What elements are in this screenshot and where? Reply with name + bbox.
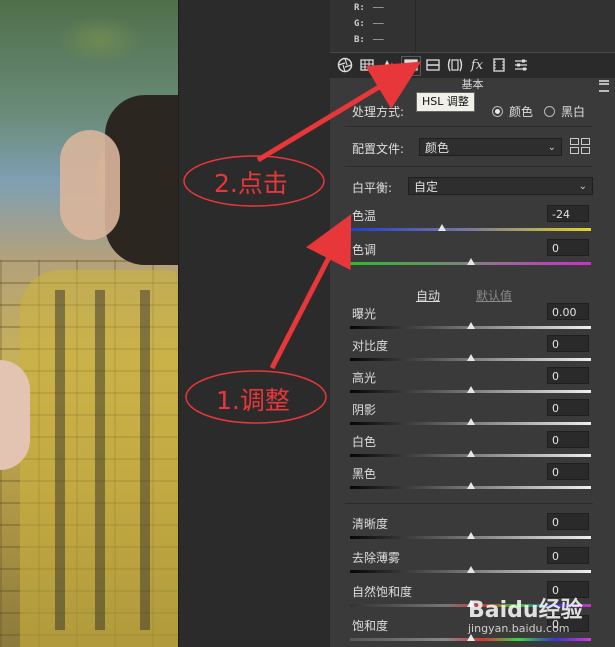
tone-slider[interactable] (350, 386, 591, 393)
tint-slider[interactable] (350, 258, 591, 265)
tone-thumb[interactable] (466, 418, 475, 425)
shirt-stripe (55, 290, 65, 630)
temp-label: 色温 (352, 209, 377, 223)
r-value: —— (372, 3, 384, 13)
divider (345, 126, 593, 127)
hsl-icon[interactable] (401, 56, 421, 76)
fx-icon[interactable]: fx (468, 57, 486, 75)
tone-thumb[interactable] (466, 322, 475, 329)
presence-thumb[interactable] (466, 532, 475, 539)
tone-value[interactable]: 0 (547, 463, 589, 480)
temp-thumb[interactable] (437, 224, 446, 231)
g-label: G: (354, 19, 365, 29)
face (60, 130, 120, 240)
white-balance-value: 自定 (414, 180, 439, 194)
presence-thumb[interactable] (466, 634, 475, 641)
divider (345, 166, 593, 167)
presence-slider[interactable] (350, 634, 591, 641)
profile-browser-icon[interactable] (570, 138, 590, 154)
tone-label: 白色 (352, 435, 377, 449)
tint-thumb[interactable] (466, 258, 475, 265)
shirt-stripe (95, 290, 105, 630)
presence-thumb[interactable] (466, 566, 475, 573)
tone-thumb[interactable] (466, 386, 475, 393)
profile-select[interactable]: 颜色 ⌄ (419, 138, 562, 156)
shirt-stripe (140, 290, 150, 630)
profile-label: 配置文件: (352, 142, 405, 156)
grid-icon[interactable] (358, 57, 376, 75)
tone-label: 对比度 (352, 339, 389, 353)
baidu-watermark: Baidu经验 jingyan.baidu.com (468, 592, 583, 635)
radio-bw[interactable] (544, 106, 555, 117)
tone-slider[interactable] (350, 354, 591, 361)
presence-slider[interactable] (350, 532, 591, 539)
tone-value[interactable]: 0 (547, 399, 589, 416)
tone-slider[interactable] (350, 450, 591, 457)
presence-label: 自然饱和度 (352, 585, 413, 599)
presence-value[interactable]: 0 (547, 547, 589, 564)
white-balance-select[interactable]: 自定 ⌄ (408, 177, 593, 195)
hsl-tooltip: HSL 调整 (416, 92, 475, 112)
g-value: —— (372, 19, 384, 29)
temp-slider[interactable] (350, 224, 591, 231)
watermark-url: jingyan.baidu.com (468, 622, 570, 635)
panel-toolbar: fx (330, 52, 615, 79)
presence-label: 清晰度 (352, 517, 389, 531)
chevron-down-icon: ⌄ (547, 142, 556, 153)
b-label: B: (354, 35, 365, 45)
lens-icon[interactable] (446, 57, 464, 75)
auto-link[interactable]: 自动 (416, 287, 440, 304)
arm (0, 360, 30, 470)
step1-label: 1.调整 (216, 386, 290, 415)
mountains-icon[interactable] (380, 57, 398, 75)
section-title: 基本 (330, 78, 615, 92)
tone-thumb[interactable] (466, 482, 475, 489)
tone-slider[interactable] (350, 322, 591, 329)
panel-menu-icon[interactable] (599, 80, 609, 92)
watermark-brand: Baidu经验 (468, 598, 583, 623)
treatment-label: 处理方式: (352, 105, 405, 119)
split-tone-icon[interactable] (424, 57, 442, 75)
tone-value[interactable]: 0.00 (547, 303, 589, 320)
white-balance-label: 白平衡: (352, 181, 393, 195)
step2-label: 2.点击 (214, 169, 288, 198)
tone-thumb[interactable] (466, 450, 475, 457)
tone-slider[interactable] (350, 418, 591, 425)
tone-value[interactable]: 0 (547, 335, 589, 352)
divider (345, 503, 593, 504)
tint-value[interactable]: 0 (547, 239, 589, 256)
default-link[interactable]: 默认值 (476, 287, 512, 304)
presets-icon[interactable] (512, 57, 530, 75)
tone-value[interactable]: 0 (547, 367, 589, 384)
tint-label: 色调 (352, 243, 377, 257)
radio-bw-label[interactable]: 黑白 (561, 103, 585, 120)
chevron-down-icon: ⌄ (578, 181, 587, 192)
tone-thumb[interactable] (466, 354, 475, 361)
tone-label: 高光 (352, 371, 377, 385)
tone-label: 阴影 (352, 403, 377, 417)
tone-label: 黑色 (352, 467, 377, 481)
rgb-readout: R: —— G: —— B: —— (330, 0, 615, 52)
calibration-icon[interactable] (490, 57, 508, 75)
presence-label: 去除薄雾 (352, 551, 401, 565)
tone-value[interactable]: 0 (547, 431, 589, 448)
radio-color[interactable] (492, 106, 503, 117)
photo-preview (0, 0, 178, 647)
temp-value[interactable]: -24 (547, 205, 589, 222)
radio-color-label[interactable]: 颜色 (509, 103, 533, 120)
aperture-icon[interactable] (336, 57, 354, 75)
profile-value: 颜色 (425, 141, 450, 155)
presence-value[interactable]: 0 (547, 513, 589, 530)
presence-slider[interactable] (350, 566, 591, 573)
presence-label: 饱和度 (352, 619, 389, 633)
b-value: —— (372, 35, 384, 45)
tone-slider[interactable] (350, 482, 591, 489)
r-label: R: (354, 3, 365, 13)
canvas-gap (178, 0, 331, 647)
tone-label: 曝光 (352, 307, 377, 321)
